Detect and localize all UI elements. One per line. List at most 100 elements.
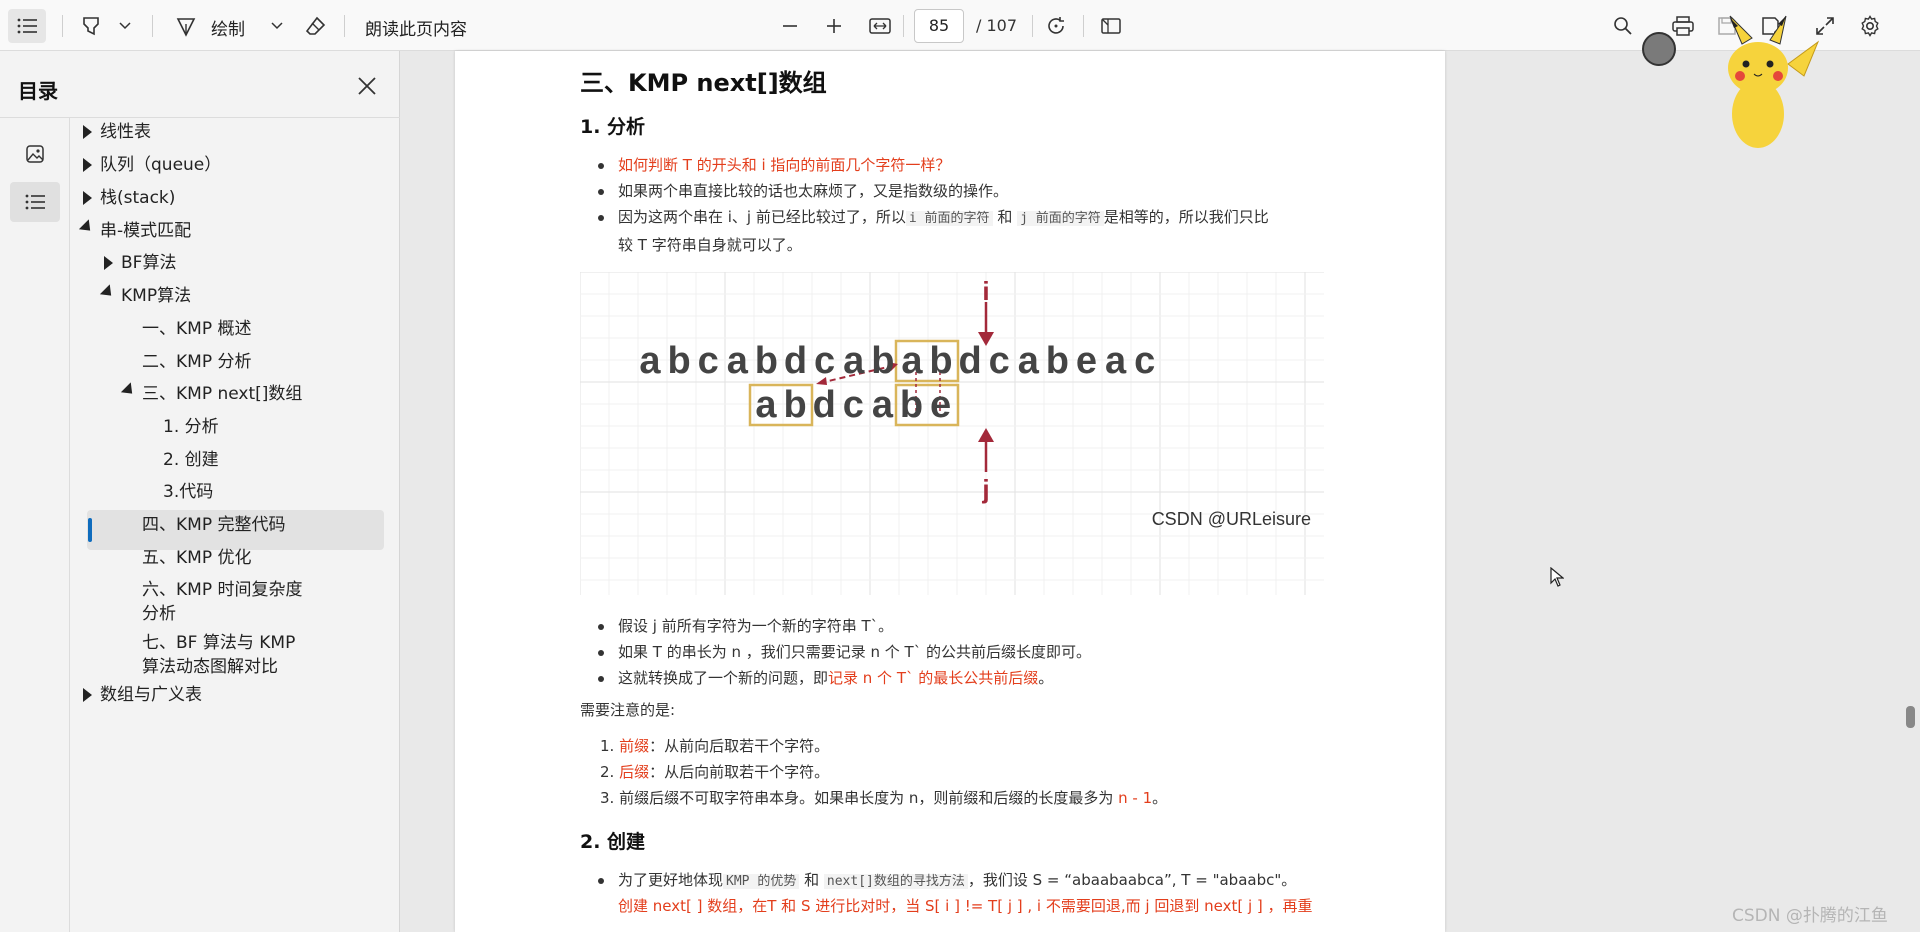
top-string-char: a <box>1105 340 1127 382</box>
top-string-char: c <box>1134 340 1155 382</box>
toc-item[interactable]: 栈(stack) <box>100 186 175 210</box>
j-arrowhead <box>978 428 994 442</box>
toc-item[interactable]: 3.代码 <box>163 480 213 504</box>
read-aloud-button[interactable]: 朗读此页内容 <box>365 15 467 40</box>
search-icon <box>1614 17 1632 35</box>
toc-item[interactable]: 三、KMP next[]数组 <box>142 382 302 406</box>
outline-tab[interactable] <box>10 182 60 222</box>
pet-ball-icon[interactable] <box>1642 32 1676 66</box>
bottom-string-char: a <box>755 384 777 426</box>
draw-label[interactable]: 绘制 <box>211 15 245 40</box>
toc-item[interactable]: 1. 分析 <box>163 415 219 439</box>
i-label: i <box>982 276 989 306</box>
draw-dropdown[interactable] <box>268 14 286 38</box>
settings-button[interactable] <box>1855 12 1885 40</box>
figure-letters: a b c a b d c a b a b d c a b e a ca b d c a b e <box>639 340 1155 426</box>
sidebar-header: 目录 <box>0 51 400 118</box>
close-icon <box>358 77 376 95</box>
highlight-dropdown[interactable] <box>116 14 134 38</box>
page-view-button[interactable] <box>1096 12 1126 40</box>
zoom-out-button[interactable] <box>777 12 803 40</box>
j-label: j <box>981 474 989 504</box>
caret-down-icon[interactable] <box>99 284 117 301</box>
top-string-char: c <box>814 340 835 382</box>
subheading-analysis: 1. 分析 <box>580 116 646 138</box>
toc-toggle-button[interactable] <box>8 9 46 43</box>
toc-item[interactable]: 五、KMP 优化 <box>142 546 251 570</box>
bottom-string-char: c <box>843 384 864 426</box>
list-item: 因为这两个串在 i、j 前已经比较过了，所以 i 前面的字符 和 j 前面的字符是… <box>598 204 1328 232</box>
top-string-char: c <box>989 340 1010 382</box>
page-total: / 107 <box>976 16 1018 35</box>
document-viewer: 三、KMP next[]数组 1. 分析 如何判断 T 的开头和 i 指向的前面… <box>401 51 1906 932</box>
caret-right-icon[interactable] <box>83 688 92 702</box>
kmp-figure: i j CSDN @URLeisure abcabdcababdcabeacab… <box>579 271 1324 595</box>
toc-item[interactable]: 队列（queue） <box>100 153 221 177</box>
eraser-button[interactable] <box>302 12 330 40</box>
toc-item[interactable]: 四、KMP 完整代码 <box>142 513 285 537</box>
plus-icon <box>827 19 841 33</box>
thumbnails-tab[interactable] <box>10 134 60 174</box>
list-item: 如果两个串直接比较的话也太麻烦了，又是指数级的操作。 <box>598 178 1008 204</box>
watermark: CSDN @扑腾的江鱼 <box>1732 906 1888 926</box>
section-heading: 三、KMP next[]数组 <box>580 69 827 97</box>
caret-right-icon[interactable] <box>83 191 92 205</box>
sidebar-rail <box>0 118 70 932</box>
scrollbar-thumb[interactable] <box>1906 706 1915 728</box>
highlight-button[interactable] <box>78 12 104 40</box>
list-icon <box>17 18 37 34</box>
printer-icon <box>1672 16 1694 36</box>
list-icon <box>25 194 45 210</box>
toc-item[interactable]: 一、KMP 概述 <box>142 317 251 341</box>
caret-down-icon[interactable] <box>120 382 138 399</box>
list-item: 如果 T 的串长为 n ，我们只需要记录 n 个 T` 的公共前后缀长度即可。 <box>598 639 1091 665</box>
toc-item[interactable]: 七、BF 算法与 KMP 算法动态图解对比 <box>142 631 307 679</box>
caret-down-icon[interactable] <box>78 219 96 236</box>
toc-item[interactable]: 2. 创建 <box>163 448 219 472</box>
fit-width-button[interactable] <box>864 12 896 40</box>
top-string-char: a <box>639 340 661 382</box>
pdf-page: 三、KMP next[]数组 1. 分析 如何判断 T 的开头和 i 指向的前面… <box>455 51 1445 932</box>
toc-item[interactable]: BF算法 <box>121 251 176 275</box>
chevron-down-icon <box>119 22 131 30</box>
page-view-icon <box>1101 18 1121 34</box>
chevron-down-icon <box>271 22 283 30</box>
pikachu-mascot-icon[interactable] <box>1700 14 1820 154</box>
sidebar-title: 目录 <box>18 79 58 103</box>
pen-icon <box>176 18 196 37</box>
caret-right-icon[interactable] <box>104 256 113 270</box>
zoom-in-button[interactable] <box>821 12 847 40</box>
top-string-char: b <box>667 340 690 382</box>
numbered-item: 3. 前缀后缀不可取字符串本身。如果串长度为 n，则前缀和后缀的长度最多为 n … <box>600 789 1168 807</box>
minus-icon <box>783 25 797 27</box>
list-item: 如何判断 T 的开头和 i 指向的前面几个字符一样？ <box>598 152 950 178</box>
search-button[interactable] <box>1609 12 1637 40</box>
top-string-char: d <box>784 340 807 382</box>
top-string-char: a <box>1018 340 1040 382</box>
top-string-char: e <box>1076 340 1097 382</box>
highlighter-icon <box>83 17 99 36</box>
numbered-item: 2. 后缀：从后向前取若干个字符。 <box>600 763 830 781</box>
caret-right-icon[interactable] <box>83 158 92 172</box>
print-button[interactable] <box>1668 12 1698 40</box>
close-sidebar-button[interactable] <box>354 73 380 99</box>
page-number-input[interactable]: 85 <box>914 9 964 43</box>
fit-width-icon <box>869 18 891 34</box>
toc-item[interactable]: 数组与广义表 <box>100 683 202 707</box>
list-item: 假设 j 前所有字符为一个新的字符串 T`。 <box>598 613 893 639</box>
top-string-char: a <box>727 340 749 382</box>
toc-item[interactable]: 线性表 <box>100 120 151 144</box>
toc-item[interactable]: KMP算法 <box>121 284 191 308</box>
toc-item[interactable]: 二、KMP 分析 <box>142 350 251 374</box>
bottom-string-char: d <box>813 384 836 426</box>
rotate-button[interactable] <box>1041 12 1071 40</box>
list-item: 为了更好地体现 KMP 的优势 和 next[]数组的寻找方法 ，我们设 S = “… <box>598 867 1296 895</box>
draw-button[interactable] <box>173 12 199 40</box>
caret-right-icon[interactable] <box>83 125 92 139</box>
toc-item[interactable]: 串-模式匹配 <box>100 219 191 243</box>
toc-item[interactable]: 六、KMP 时间复杂度分析 <box>142 578 307 626</box>
eraser-icon <box>305 16 326 35</box>
top-string-char: b <box>871 340 894 382</box>
list-item: 这就转换成了一个新的问题，即记录 n 个 T` 的最长公共前后缀。 <box>598 665 1053 691</box>
toc-selection-indicator <box>88 518 92 542</box>
